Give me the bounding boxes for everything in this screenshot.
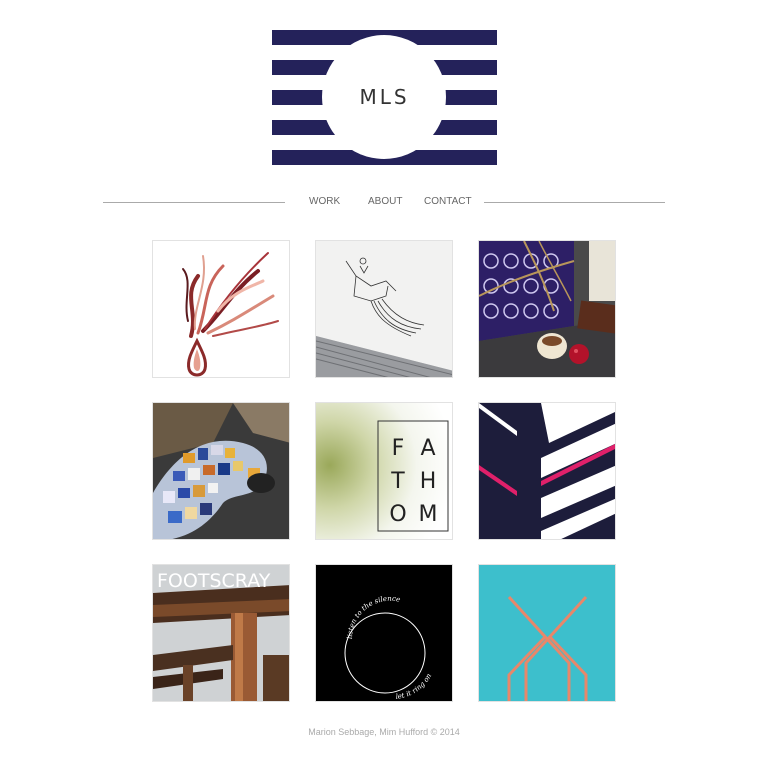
fathom-letter-1: F xyxy=(392,436,405,461)
flame-drop-artwork xyxy=(153,241,289,377)
portfolio-tile-footscray[interactable]: FOOTSCRAY xyxy=(152,564,290,702)
fathom-letter-4: H xyxy=(420,469,437,494)
footer-copyright: Marion Sebbage, Mim Hufford © 2014 xyxy=(308,727,460,737)
x-lines-artwork xyxy=(479,565,615,701)
footscray-bridge-photo: FOOTSCRAY xyxy=(153,565,289,701)
nav-work-link[interactable]: WORK xyxy=(309,196,340,207)
portfolio-tile-sketch-box[interactable] xyxy=(315,240,453,378)
portfolio-tile-fathom[interactable]: F A T H O M xyxy=(315,402,453,540)
fathom-letter-3: T xyxy=(390,469,405,494)
fathom-letter-5: O xyxy=(389,502,406,527)
portfolio-tile-flame[interactable] xyxy=(152,240,290,378)
fathom-letter-2: A xyxy=(420,436,435,461)
mosaic-lizard-photo xyxy=(153,403,289,539)
nav-divider-left xyxy=(103,202,285,203)
silence-circle-artwork: listen to the silence let it ring on xyxy=(316,565,452,701)
nav-divider-right xyxy=(484,202,665,203)
mls-logo[interactable]: MLS xyxy=(272,30,497,165)
chocolates-photo xyxy=(479,241,615,377)
chevron-artwork xyxy=(479,403,615,539)
sketch-box-artwork xyxy=(316,241,452,377)
portfolio-tile-chevrons[interactable] xyxy=(478,402,616,540)
fathom-letter-6: M xyxy=(419,502,438,527)
nav-about-link[interactable]: ABOUT xyxy=(368,196,402,207)
logo-text: MLS xyxy=(359,85,410,109)
nav-contact-link[interactable]: CONTACT xyxy=(424,196,472,207)
fathom-poster: F A T H O M xyxy=(316,403,452,539)
portfolio-tile-x-lines[interactable] xyxy=(478,564,616,702)
footscray-title: FOOTSCRAY xyxy=(157,570,271,592)
portfolio-tile-chocolates[interactable] xyxy=(478,240,616,378)
portfolio-tile-silence[interactable]: listen to the silence let it ring on xyxy=(315,564,453,702)
portfolio-tile-mosaic[interactable] xyxy=(152,402,290,540)
